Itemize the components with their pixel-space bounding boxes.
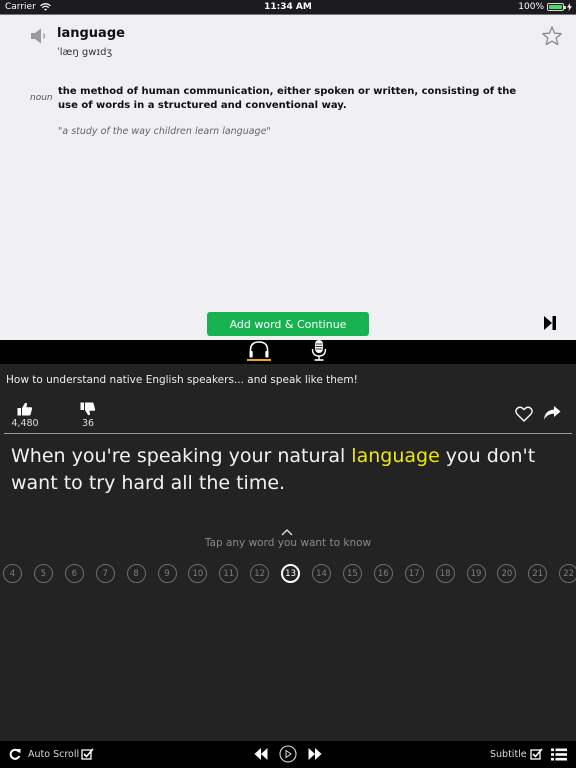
sentence-pager: 4 5 6 7 8 9 10 11 12 13 14 15 16 17 18 19 20 21 22: [0, 564, 576, 586]
like-count: 4,480: [11, 418, 39, 429]
dictionary-panel: language ˈlæŋ gwɪdʒ noun the method of h…: [0, 15, 576, 340]
list-menu-icon[interactable]: [551, 748, 567, 761]
page-dot[interactable]: 17: [404, 564, 424, 583]
status-right: 100%: [518, 2, 572, 12]
headphones-icon: [249, 341, 269, 358]
status-bar: Carrier 11:34 AM 100%: [0, 0, 576, 15]
tab-speak[interactable]: [306, 340, 332, 364]
dictionary-word: language: [57, 26, 125, 41]
page-dot[interactable]: 5: [33, 564, 53, 583]
heart-icon[interactable]: [515, 406, 533, 422]
page-dot[interactable]: 9: [157, 564, 177, 583]
page-dot[interactable]: 21: [528, 564, 548, 583]
bottom-toolbar: Auto Scroll Subtitle: [0, 741, 576, 768]
tap-hint: Tap any word you want to know: [204, 537, 372, 549]
page-dot[interactable]: 16: [373, 564, 393, 583]
page-dot[interactable]: 8: [126, 564, 146, 583]
page-dot[interactable]: 7: [95, 564, 115, 583]
microphone-icon: [311, 340, 327, 361]
active-tab-indicator: [247, 359, 271, 361]
page-dot[interactable]: 14: [312, 564, 331, 583]
battery-fill: [549, 5, 562, 9]
checkbox-checked-icon[interactable]: [81, 748, 94, 760]
subtitle-before[interactable]: When you're speaking your natural: [11, 445, 351, 467]
page-dot[interactable]: 12: [250, 564, 270, 583]
mode-tab-bar: [0, 340, 576, 364]
page-dot[interactable]: 20: [497, 564, 517, 583]
example-sentence: "a study of the way children learn langu…: [58, 126, 271, 137]
page-dot[interactable]: 15: [342, 564, 362, 583]
page-dot[interactable]: 10: [188, 564, 208, 583]
skip-to-end-icon[interactable]: [543, 315, 557, 331]
auto-scroll-label: Auto Scroll: [28, 748, 80, 760]
play-icon[interactable]: [279, 745, 297, 763]
like-button[interactable]: 4,480: [10, 402, 40, 429]
definition-text: the method of human communication, eithe…: [58, 86, 517, 111]
battery-percent: 100%: [518, 2, 544, 12]
page-dot[interactable]: 4: [3, 564, 22, 583]
thumbs-down-icon: [80, 402, 96, 416]
tab-listen[interactable]: [246, 340, 272, 364]
share-icon[interactable]: [543, 405, 561, 421]
refresh-icon: [9, 748, 21, 760]
dislike-button[interactable]: 36: [75, 402, 101, 429]
battery-icon: [547, 3, 566, 11]
divider: [4, 433, 572, 434]
checkbox-checked-icon[interactable]: [530, 748, 543, 760]
video-title: How to understand native English speaker…: [6, 374, 358, 386]
charging-icon: [567, 3, 572, 11]
rewind-icon[interactable]: [254, 748, 268, 760]
thumbs-up-icon: [17, 402, 33, 416]
page-dot[interactable]: 6: [64, 564, 84, 583]
phonetic-transcription: ˈlæŋ gwɪdʒ: [57, 47, 113, 58]
page-dot[interactable]: 18: [435, 564, 455, 583]
page-dot[interactable]: 13: [281, 564, 301, 583]
fast-forward-icon[interactable]: [308, 748, 322, 760]
chevron-up-icon[interactable]: [281, 528, 293, 536]
clock: 11:34 AM: [264, 2, 312, 12]
speaker-icon[interactable]: [30, 27, 48, 45]
page-dot[interactable]: 22: [559, 564, 576, 583]
star-icon[interactable]: [541, 25, 563, 47]
page-dot[interactable]: 11: [219, 564, 239, 583]
subtitle-toggle[interactable]: Subtitle: [490, 748, 543, 760]
subtitle-label: Subtitle: [490, 748, 527, 760]
subtitle-text[interactable]: When you're speaking your natural langua…: [11, 443, 566, 497]
dislike-count: 36: [81, 418, 95, 429]
page-dot[interactable]: 19: [466, 564, 486, 583]
auto-scroll-toggle[interactable]: Auto Scroll: [9, 748, 94, 760]
add-word-continue-button[interactable]: Add word & Continue: [207, 312, 369, 336]
highlighted-word[interactable]: language: [351, 445, 439, 467]
part-of-speech: noun: [30, 93, 53, 103]
